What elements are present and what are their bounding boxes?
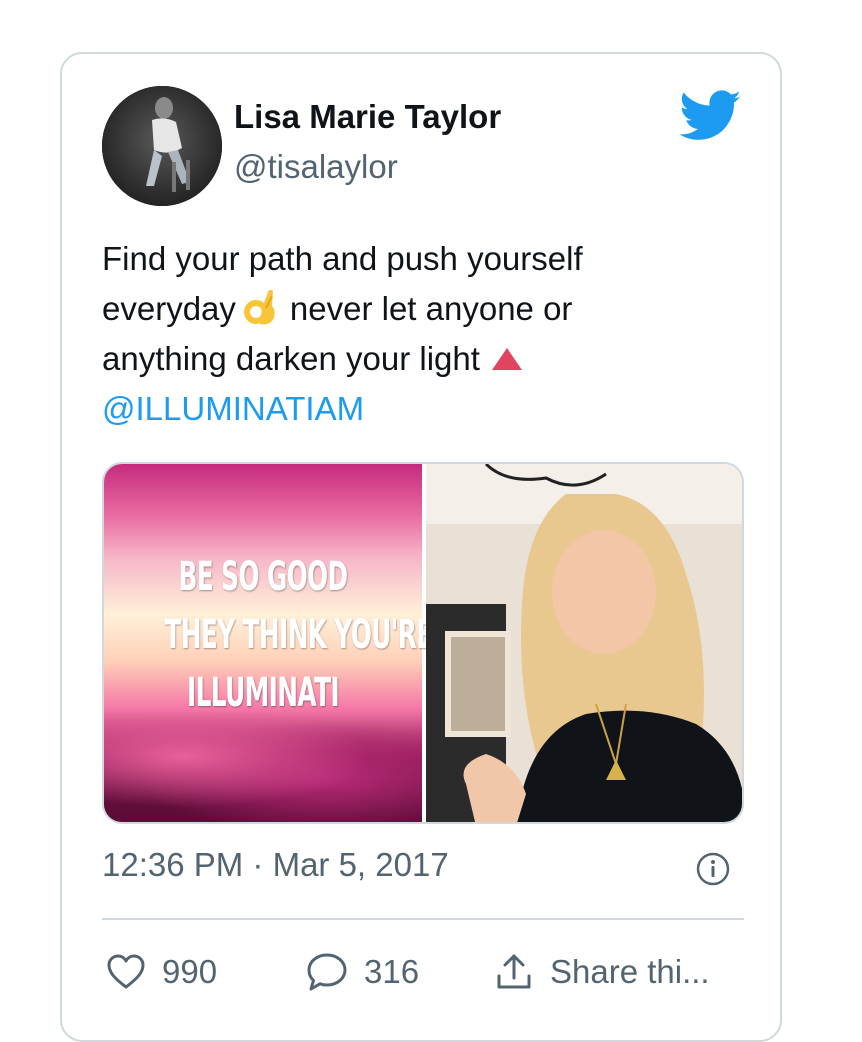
tweet-line-1: Find your path and push yourself bbox=[102, 240, 583, 277]
quote-line: ILLUMINATI bbox=[187, 670, 340, 716]
mention-link[interactable]: @ILLUMINATIAM bbox=[102, 384, 722, 434]
avatar[interactable] bbox=[102, 86, 222, 206]
cloud-layer bbox=[104, 712, 422, 822]
tweet-media: BE SO GOOD THEY THINK YOU'RE ILLUMINATI bbox=[102, 462, 744, 824]
heart-icon bbox=[107, 954, 145, 989]
media-image-quote[interactable]: BE SO GOOD THEY THINK YOU'RE ILLUMINATI bbox=[104, 464, 433, 822]
tweet-line-3-text: anything darken your light bbox=[102, 340, 480, 377]
reply-button[interactable]: 316 bbox=[306, 950, 419, 994]
share-icon bbox=[497, 954, 531, 989]
author-handle[interactable]: @tisalaylor bbox=[234, 148, 398, 186]
share-label: Share thi... bbox=[550, 953, 710, 990]
author-name[interactable]: Lisa Marie Taylor bbox=[234, 98, 501, 136]
divider bbox=[102, 918, 744, 920]
tweet-line-2-start: everyday bbox=[102, 290, 236, 327]
like-count: 990 bbox=[162, 953, 218, 990]
red-triangle-emoji-icon bbox=[491, 348, 522, 370]
tweet-line-3: anything darken your light bbox=[102, 334, 722, 384]
avatar-photo bbox=[102, 86, 222, 206]
tweet-line-2: everyday never let anyone or bbox=[102, 284, 722, 334]
ok-hand-emoji-icon bbox=[243, 289, 275, 325]
selfie-photo bbox=[426, 464, 742, 822]
quote-line: THEY THINK YOU'RE bbox=[164, 612, 433, 658]
reply-count: 316 bbox=[364, 953, 420, 990]
twitter-bird-icon[interactable] bbox=[680, 90, 742, 142]
share-button[interactable]: Share thi... bbox=[494, 950, 710, 994]
tweet-timestamp[interactable]: 12:36 PM · Mar 5, 2017 bbox=[102, 846, 449, 884]
like-button[interactable]: 990 bbox=[106, 950, 217, 994]
info-icon[interactable] bbox=[696, 852, 730, 886]
tweet-line-2-end: never let anyone or bbox=[289, 290, 573, 327]
quote-line: BE SO GOOD bbox=[178, 554, 349, 600]
reply-bubble-icon bbox=[307, 953, 347, 991]
tweet-text: Find your path and push yourself everyda… bbox=[102, 234, 722, 434]
tweet-card: Lisa Marie Taylor @tisalaylor Find your … bbox=[60, 52, 782, 1042]
media-image-selfie[interactable] bbox=[426, 464, 742, 822]
